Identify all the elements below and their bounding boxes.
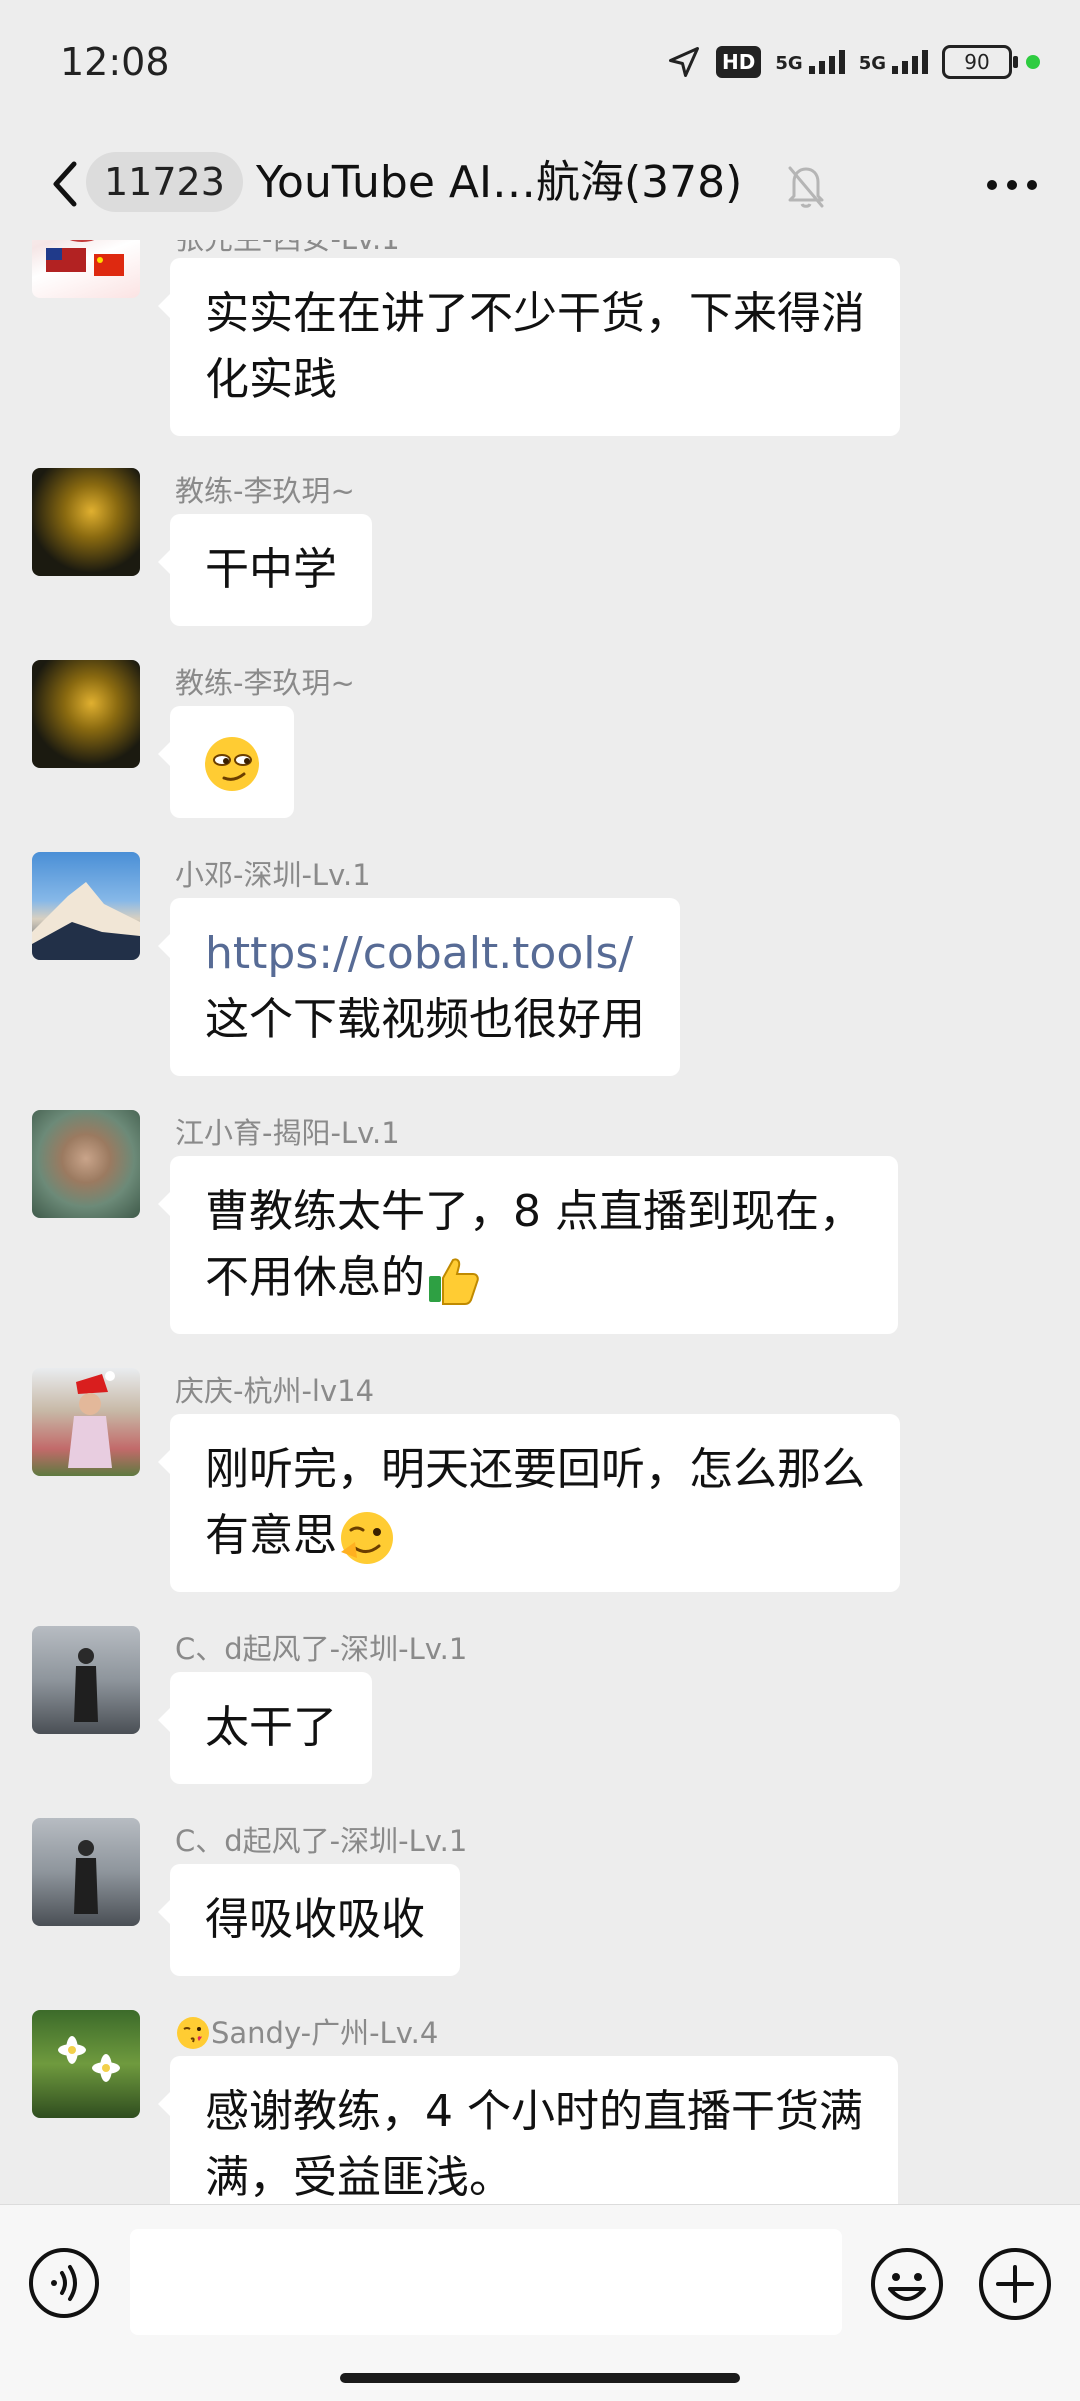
message-bubble[interactable]: 曹教练太牛了，8 点直播到现在， 不用休息的 (158, 1156, 898, 1334)
signal-5g-icon: 5G (859, 50, 928, 74)
avatar[interactable] (32, 1110, 140, 1218)
avatar[interactable] (32, 1626, 140, 1734)
avatar[interactable] (32, 468, 140, 576)
location-arrow-icon (669, 47, 700, 77)
unread-count-badge[interactable]: 11723 (86, 152, 243, 212)
message-list[interactable]: 张先生-西安-Lv.1 实实在在讲了不少干货，下来得消 化实践 教练-李玖玥~ … (0, 240, 1080, 2204)
message-bubble[interactable]: 实实在在讲了不少干货，下来得消 化实践 (158, 258, 900, 436)
battery-icon: 90 (942, 45, 1018, 79)
signal-5g-icon: 5G (775, 50, 845, 74)
status-time: 12:08 (60, 40, 170, 84)
thumbs-up-icon (429, 1258, 479, 1305)
privacy-indicator-dot (1026, 55, 1040, 69)
battery-level: 90 (964, 50, 990, 74)
sender-name: 庆庆-杭州-lv14 (175, 1374, 375, 1408)
message-bubble[interactable]: 刚听完，明天还要回听，怎么那么 有意思 (158, 1414, 900, 1592)
wink-face-icon (341, 1512, 393, 1564)
chat-title[interactable]: YouTube AI…航海(378) (256, 150, 742, 216)
hd-badge: HD (716, 46, 762, 78)
input-bar (0, 2204, 1080, 2401)
avatar[interactable] (32, 660, 140, 768)
avatar[interactable] (32, 1368, 140, 1476)
sender-name: Sandy-广州-Lv.4 (175, 2010, 438, 2052)
message-bubble[interactable]: 太干了 (158, 1672, 372, 1784)
kiss-face-icon (177, 2017, 209, 2049)
message-bubble[interactable] (158, 706, 294, 818)
sender-name: 教练-李玖玥~ (175, 666, 355, 700)
home-indicator[interactable] (340, 2373, 740, 2383)
smirk-face-icon (205, 737, 259, 791)
sender-name: 张先生-西安-Lv.1 (175, 240, 400, 258)
more-icon[interactable] (982, 156, 1042, 214)
plus-icon[interactable] (978, 2247, 1052, 2321)
sender-name: C、d起风了-深圳-Lv.1 (175, 1632, 468, 1666)
status-bar: 12:08 HD 5G 5G 90 (0, 0, 1080, 130)
sender-name: C、d起风了-深圳-Lv.1 (175, 1824, 468, 1858)
message-bubble[interactable]: 干中学 (158, 514, 372, 626)
message-bubble[interactable]: 感谢教练，4 个小时的直播干货满 满，受益匪浅。 (158, 2056, 898, 2204)
message-bubble[interactable]: 得吸收吸收 (158, 1864, 460, 1976)
sender-name: 小邓-深圳-Lv.1 (175, 858, 371, 892)
avatar[interactable] (32, 852, 140, 960)
message-input[interactable] (130, 2229, 842, 2335)
avatar[interactable] (32, 1818, 140, 1926)
emoji-icon[interactable] (870, 2247, 944, 2321)
sender-name: 江小育-揭阳-Lv.1 (175, 1116, 400, 1150)
avatar[interactable] (32, 2010, 140, 2118)
mute-bell-icon (788, 166, 824, 208)
message-link[interactable]: https://cobalt.tools/ (205, 921, 645, 987)
voice-icon[interactable] (28, 2247, 100, 2319)
status-icons: HD 5G 5G 90 (666, 44, 1040, 80)
avatar[interactable] (32, 240, 140, 298)
chat-header: 11723 YouTube AI…航海(378) (0, 130, 1080, 240)
message-bubble[interactable]: https://cobalt.tools/ 这个下载视频也很好用 (158, 898, 680, 1076)
sender-name: 教练-李玖玥~ (175, 474, 355, 508)
